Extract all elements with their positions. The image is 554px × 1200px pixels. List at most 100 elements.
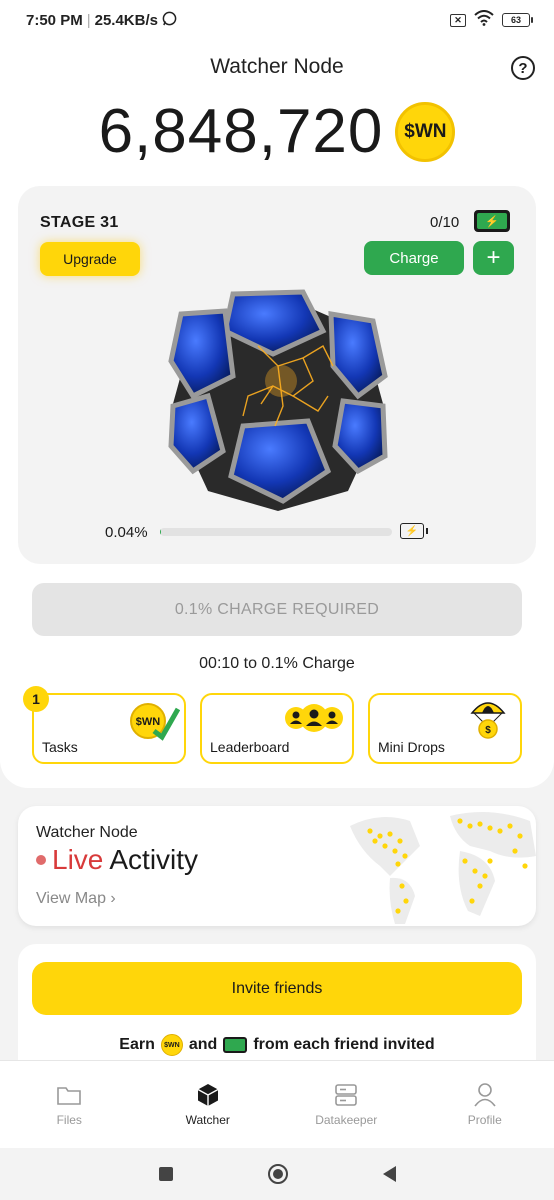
charge-button[interactable]: Charge: [364, 241, 464, 275]
wn-coin-icon: $WN: [160, 1034, 183, 1056]
activity-word: Activity: [109, 844, 199, 875]
view-map-label: View Map: [36, 890, 106, 907]
activity-dot: [395, 861, 401, 867]
activity-dot: [482, 873, 488, 879]
progress-bar: [160, 528, 392, 536]
back-icon[interactable]: [382, 1166, 396, 1182]
chevron-right-icon: ›: [110, 890, 116, 907]
nav-label: Profile: [467, 1113, 502, 1127]
live-dot-icon: [36, 855, 46, 865]
live-word: Live: [52, 844, 104, 875]
progress-text: 0.04%: [105, 524, 148, 541]
nav-datakeeper[interactable]: Datakeeper: [277, 1061, 416, 1148]
earn-prefix: Earn: [119, 1036, 155, 1053]
activity-dot: [507, 823, 513, 829]
svg-text:$WN: $WN: [136, 716, 161, 728]
world-map: [350, 812, 536, 924]
wn-coin-icon: $WN: [395, 101, 456, 162]
add-charge-button[interactable]: +: [473, 241, 514, 275]
balance-row: 6,848,720 $WN: [0, 96, 554, 167]
charge-count: 0/10: [430, 214, 460, 231]
stage-label: STAGE 31: [40, 214, 119, 231]
activity-dot: [397, 838, 403, 844]
sim-off-icon: ✕: [450, 13, 466, 27]
activity-dot: [517, 833, 523, 839]
activity-dot: [477, 883, 483, 889]
parachute-coin-icon: $: [470, 702, 506, 739]
nav-label: Watcher: [185, 1113, 230, 1127]
stage-card: STAGE 31 Upgrade 0/10 ⚡ Charge + 0.04% ⚡: [18, 186, 536, 564]
activity-dot: [372, 838, 378, 844]
activity-dot: [472, 868, 478, 874]
battery-icon: 63: [502, 13, 533, 27]
live-activity-title: Live Activity: [36, 844, 198, 876]
wn-coin-check-icon: $WN: [130, 703, 180, 741]
status-time: 7:50 PM: [26, 11, 83, 29]
balance-amount: 6,848,720: [98, 97, 384, 166]
tile-label: Leaderboard: [210, 739, 290, 755]
tile-mini-drops[interactable]: $ Mini Drops: [368, 693, 522, 764]
activity-dot: [457, 818, 463, 824]
activity-dot: [367, 828, 373, 834]
nav-label: Files: [56, 1113, 82, 1127]
activity-dot: [382, 843, 388, 849]
activity-dot: [469, 898, 475, 904]
bottom-nav: Files Watcher Datakeeper Profile: [0, 1060, 554, 1148]
activity-dot: [497, 828, 503, 834]
progress-fill: [160, 528, 162, 536]
tile-tasks[interactable]: $WN Tasks: [32, 693, 186, 764]
whatsapp-icon: [162, 11, 177, 30]
charge-required-button[interactable]: 0.1% CHARGE REQUIRED: [32, 583, 522, 636]
activity-dot: [522, 863, 528, 869]
status-bar: 7:50 PM | 25.4KB/s ✕ 63: [0, 0, 554, 40]
tile-label: Tasks: [42, 739, 78, 755]
earn-info: Earn $WN and from each friend invited: [0, 1034, 554, 1056]
activity-dot: [467, 823, 473, 829]
activity-dot: [402, 853, 408, 859]
node-image: [168, 289, 388, 511]
folder-icon: [56, 1083, 82, 1107]
tile-leaderboard[interactable]: Leaderboard: [200, 693, 354, 764]
nav-profile[interactable]: Profile: [416, 1061, 554, 1148]
nav-label: Datakeeper: [315, 1113, 378, 1127]
activity-dot: [395, 908, 401, 914]
question-circle-icon[interactable]: ?: [511, 56, 535, 80]
charging-battery-icon: ⚡: [400, 523, 428, 539]
wifi-icon: [474, 10, 494, 30]
activity-dot: [512, 848, 518, 854]
status-net-speed: 25.4KB/s: [94, 11, 158, 29]
live-subtitle: Watcher Node: [36, 824, 138, 841]
tile-label: Mini Drops: [378, 739, 445, 755]
activity-dot: [477, 821, 483, 827]
battery-reward-icon: [223, 1037, 248, 1053]
tasks-badge: 1: [23, 686, 49, 712]
nav-files[interactable]: Files: [0, 1061, 139, 1148]
earn-suffix: from each friend invited: [253, 1036, 435, 1053]
full-battery-icon: ⚡: [474, 210, 510, 232]
charge-timer: 00:10 to 0.1% Charge: [199, 655, 355, 672]
activity-dot: [487, 825, 493, 831]
activity-dot: [377, 833, 383, 839]
activity-dot: [392, 848, 398, 854]
battery-level: 63: [510, 15, 521, 25]
live-activity-card[interactable]: Watcher Node Live Activity View Map ›: [18, 806, 536, 926]
activity-dot: [387, 831, 393, 837]
activity-dot: [462, 858, 468, 864]
activity-dot: [399, 883, 405, 889]
upgrade-button[interactable]: Upgrade: [40, 242, 140, 276]
view-map-link[interactable]: View Map ›: [36, 890, 116, 908]
invite-friends-button[interactable]: Invite friends: [32, 962, 522, 1015]
server-icon: [333, 1083, 359, 1107]
system-nav-bar: [0, 1148, 554, 1200]
svg-text:$: $: [485, 725, 491, 736]
activity-dot: [403, 898, 409, 904]
users-group-icon: [285, 704, 343, 732]
coin-symbol: $WN: [164, 1041, 180, 1049]
recents-icon[interactable]: [158, 1167, 173, 1181]
home-icon[interactable]: [267, 1164, 288, 1184]
activity-dot: [487, 858, 493, 864]
nav-watcher[interactable]: Watcher: [139, 1061, 278, 1148]
earn-and: and: [188, 1036, 218, 1053]
cube-icon: [195, 1083, 221, 1107]
user-icon: [472, 1083, 498, 1107]
